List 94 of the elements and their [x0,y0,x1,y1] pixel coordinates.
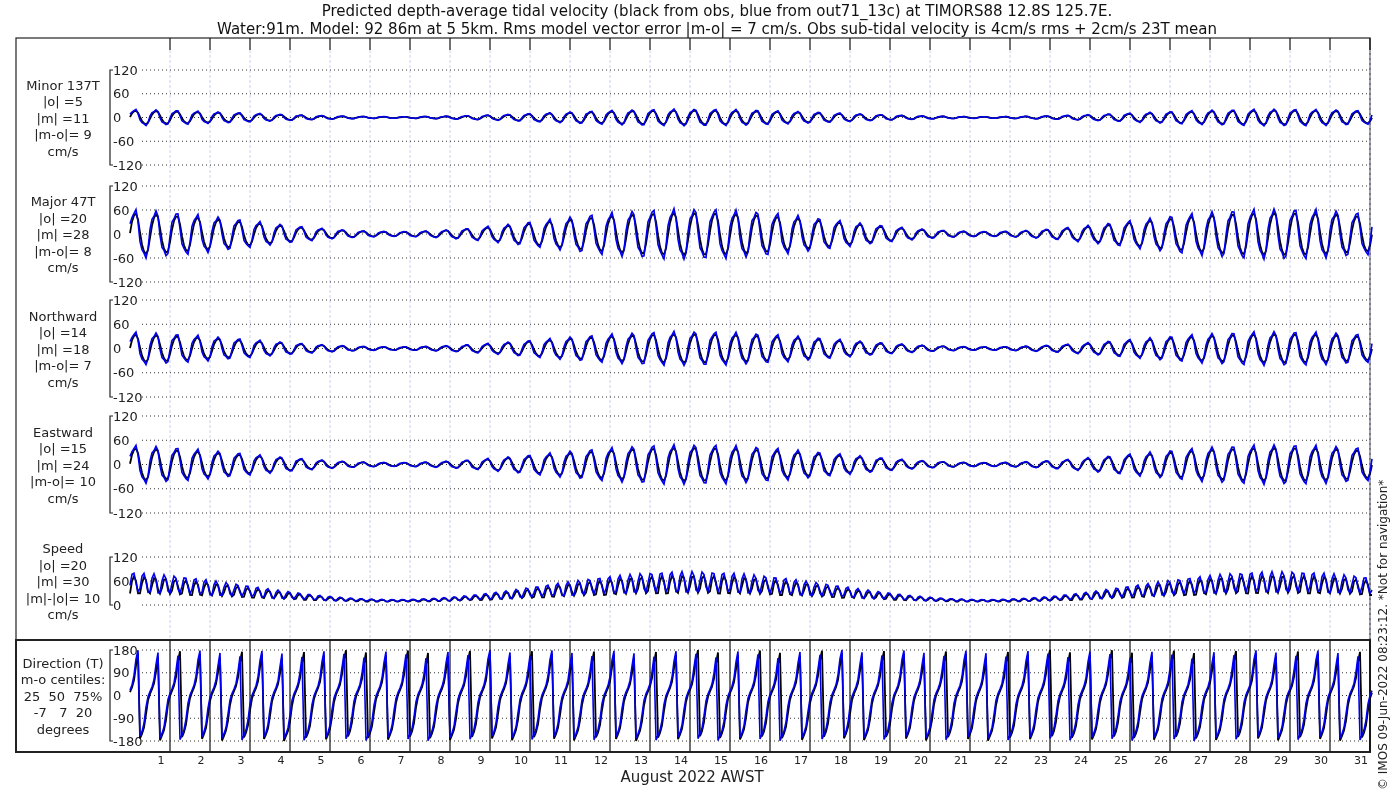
day-label: 26 [1154,754,1168,767]
day-label: 14 [674,754,688,767]
panel-label: |m-o|= 9 [34,127,92,142]
tick-label: -120 [113,505,143,521]
day-label: 17 [794,754,808,767]
tick-label: -60 [113,250,135,266]
panel-label: cm/s [47,607,79,622]
tick-label: 0 [113,226,122,242]
tick-label: 0 [113,688,122,703]
panel-label: Major 47T [30,194,96,209]
panel-label: |m| =24 [36,457,90,473]
chart-title: Predicted depth-average tidal velocity (black from obs, blue from out71_13c) at TIMORS88 12.8S 125.7E. [321,2,1113,20]
day-label: 16 [754,754,768,767]
panel-label: m-o centiles: [20,672,106,687]
panel-label: |o| =5 [43,94,83,109]
panel-label: |m-o|= 7 [34,358,92,373]
tick-label: -180 [113,733,143,749]
panel-label: |m| =18 [36,341,90,357]
day-label: 27 [1194,754,1208,767]
day-label: 28 [1234,754,1248,767]
chart-title: Water:91m. Model: 92 86m at 5 5km. Rms model vector error |m-o| = 7 cm/s. Obs sub-tidal velocity is 4cm/s rms + 2cm/s 23T mean [217,20,1217,38]
tick-label: 0 [113,341,122,356]
y-axis [109,556,114,606]
day-label: 23 [1034,754,1048,767]
panel-label: cm/s [47,260,79,275]
tick-label: -60 [113,481,135,497]
tick-label: 120 [113,292,138,308]
day-label: 30 [1314,754,1328,767]
day-label: 2 [197,754,205,767]
tick-label: 60 [113,202,130,218]
tick-label: 180 [113,642,138,658]
panel-label: |m-o|= 10 [30,474,96,489]
day-label: 1 [157,754,165,767]
day-label: 18 [834,754,848,767]
panel-label: |o| =20 [38,210,88,226]
panel-label: |o| =15 [38,441,88,456]
tick-label: -120 [113,157,143,173]
day-label: 9 [477,754,485,767]
day-label: 25 [1114,754,1128,767]
panel-label: |m| =28 [36,227,90,242]
tick-label: 120 [113,62,138,78]
tick-label: -120 [113,389,143,405]
panel-label: Eastward [33,424,93,440]
axis-label: August 2022 AWST [620,768,764,786]
panel-label: cm/s [47,374,79,390]
day-label: 22 [994,754,1008,767]
tick-label: -90 [113,710,135,726]
panel-label: cm/s [47,490,79,506]
day-label: 20 [914,754,928,767]
tick-label: -60 [113,365,135,381]
day-label: 4 [277,754,285,767]
tick-label: 0 [113,457,122,472]
day-label: 21 [954,754,968,767]
tick-label: 120 [113,178,138,194]
panel-label: 25 50 75% [23,688,103,704]
panel-label: Speed [42,541,84,556]
tick-label: 0 [113,110,122,125]
tick-label: 60 [113,316,130,332]
day-label: 7 [397,754,405,767]
day-label: 19 [874,754,888,767]
day-label: 11 [554,754,568,767]
panel-label: |o| =20 [38,557,88,573]
day-label: 8 [437,754,445,767]
tick-label: 60 [113,86,130,102]
panel-label: degrees [36,721,90,737]
footnote: © IMOS 09-Jun-2022 08:23:12. *Not for navigation* [1376,479,1390,790]
panel-label: cm/s [47,143,79,159]
day-label: 10 [514,754,528,767]
day-label: 3 [237,754,245,767]
panel-label: |m|-|o|= 10 [25,590,101,606]
tick-label: -60 [113,133,135,149]
panel-label: |m| =11 [36,110,90,126]
day-label: 29 [1274,754,1288,767]
day-label: 6 [357,754,365,767]
day-label: 13 [634,754,648,767]
tick-label: 90 [113,665,130,681]
day-label: 15 [714,754,728,767]
panel-label: |o| =14 [38,325,88,340]
tick-label: -120 [113,274,143,290]
tick-label: 0 [113,597,122,613]
tick-label: 120 [113,408,138,424]
panel-label: |m-o|= 8 [34,243,92,259]
tick-label: 60 [113,573,130,589]
panel-label: -7 7 20 [33,705,93,720]
day-label: 31 [1354,754,1368,767]
panel-label: Minor 137T [26,77,100,93]
tick-label: 60 [113,432,130,448]
panel-label: |m| =30 [36,574,90,589]
panel-label: Northward [28,308,98,324]
tick-label: 120 [113,549,138,565]
day-label: 5 [317,754,325,767]
day-label: 24 [1074,754,1088,767]
day-label: 12 [594,754,608,767]
panel-label: Direction (T) [22,655,104,671]
